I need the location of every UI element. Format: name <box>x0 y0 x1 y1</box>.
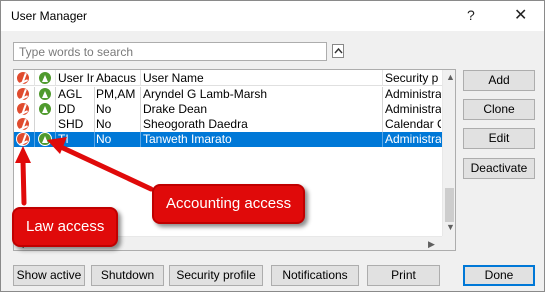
law-access-callout: Law access <box>12 207 119 247</box>
cell-abacus: PM,AM <box>96 87 136 101</box>
cell-abacus: No <box>96 117 112 131</box>
cell-user-name: Aryndel G Lamb-Marsh <box>143 87 268 101</box>
column-header-user-in[interactable]: User In <box>56 70 94 86</box>
cell-user-name: Tanweth Imarato <box>143 132 232 146</box>
window-title: User Manager <box>11 9 88 23</box>
accounting-access-icon <box>38 102 52 116</box>
cell-user-in: DD <box>58 102 76 116</box>
vertical-scroll-thumb[interactable] <box>445 188 454 222</box>
cell-abacus: No <box>96 102 112 116</box>
table-row[interactable]: DD No Drake Dean Administra <box>14 102 442 117</box>
column-header-abacus[interactable]: Abacus <box>94 70 140 86</box>
user-manager-window: User Manager ? ✕ User In Abacus User Nam… <box>0 0 545 292</box>
table-row[interactable]: SHD No Sheogorath Daedra Calendar C <box>14 117 442 132</box>
cell-security-profile: Administra <box>385 132 441 146</box>
search-input[interactable] <box>13 42 327 61</box>
accounting-access-icon <box>38 71 52 85</box>
chevron-up-icon <box>334 47 343 54</box>
collapse-search-button[interactable] <box>332 44 344 58</box>
security-profile-button[interactable]: Security profile <box>169 265 263 286</box>
law-access-icon <box>16 117 30 131</box>
vertical-scrollbar[interactable]: ▲ ▼ <box>442 70 455 236</box>
cell-user-in: TI <box>58 132 69 146</box>
accounting-access-icon <box>38 87 52 101</box>
done-button[interactable]: Done <box>463 265 535 286</box>
print-button[interactable]: Print <box>367 265 440 286</box>
cell-user-name: Drake Dean <box>143 102 208 116</box>
cell-user-in: AGL <box>58 87 83 101</box>
deactivate-button[interactable]: Deactivate <box>463 158 535 179</box>
table-row[interactable]: AGL PM,AM Aryndel G Lamb-Marsh Administra <box>14 87 442 102</box>
law-access-icon <box>16 71 30 85</box>
column-header-user-name[interactable]: User Name <box>141 70 382 86</box>
cell-abacus: No <box>96 132 112 146</box>
cell-security-profile: Administra <box>385 87 441 101</box>
scroll-up-arrow-icon[interactable]: ▲ <box>446 72 455 82</box>
title-bar: User Manager ? ✕ <box>1 1 544 31</box>
cell-user-name: Sheogorath Daedra <box>143 117 248 131</box>
help-button[interactable]: ? <box>467 7 475 23</box>
table-row[interactable]: TI No Tanweth Imarato Administra <box>14 132 442 147</box>
accounting-access-callout: Accounting access <box>152 184 306 224</box>
clone-button[interactable]: Clone <box>463 99 535 120</box>
scroll-down-arrow-icon[interactable]: ▼ <box>446 222 455 232</box>
notifications-button[interactable]: Notifications <box>271 265 359 286</box>
law-access-icon <box>16 87 30 101</box>
scroll-right-arrow-icon[interactable]: ▶ <box>428 239 435 250</box>
show-active-button[interactable]: Show active <box>13 265 85 286</box>
cell-security-profile: Administra <box>385 102 441 116</box>
add-button[interactable]: Add <box>463 70 535 91</box>
close-button[interactable]: ✕ <box>514 5 527 25</box>
column-header-security-profile[interactable]: Security p <box>383 70 441 86</box>
cell-user-in: SHD <box>58 117 84 131</box>
shutdown-button[interactable]: Shutdown <box>91 265 164 286</box>
edit-button[interactable]: Edit <box>463 128 535 149</box>
law-access-icon <box>16 102 30 116</box>
cell-security-profile: Calendar C <box>385 117 441 131</box>
grid-header: User In Abacus User Name Security p <box>14 70 442 86</box>
law-access-icon <box>16 132 30 146</box>
accounting-access-icon <box>38 132 52 146</box>
